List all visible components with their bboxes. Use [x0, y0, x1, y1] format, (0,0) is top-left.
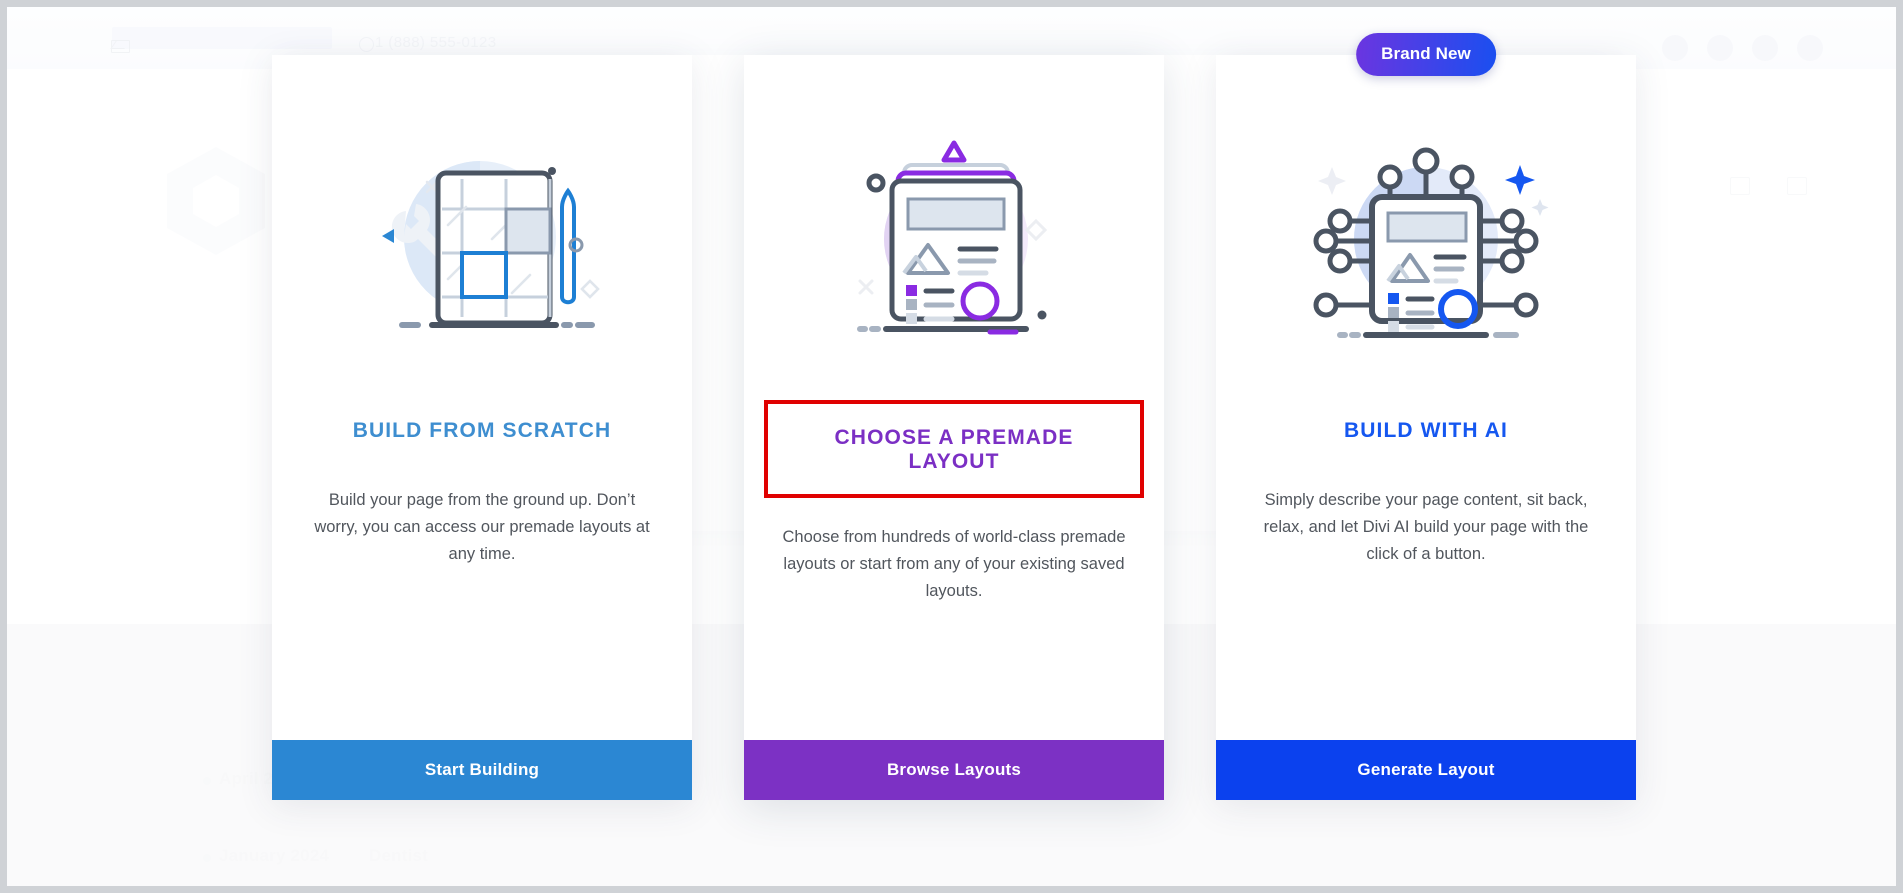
card-title: CHOOSE A PREMADE LAYOUT [834, 426, 1074, 473]
card-description: Choose from hundreds of world-class prem… [782, 528, 1126, 600]
card-spacer [272, 568, 692, 740]
card-title-highlight-box: CHOOSE A PREMADE LAYOUT [764, 400, 1144, 498]
card-title-container: BUILD WITH AI [1238, 400, 1614, 461]
brand-new-badge: Brand New [1356, 33, 1496, 76]
build-option-cards: BUILD FROM SCRATCH Build your page from … [272, 33, 1637, 800]
card-choose-a-premade-layout[interactable]: CHOOSE A PREMADE LAYOUT Choose from hund… [744, 55, 1164, 800]
ai-chip-icon [1216, 55, 1636, 400]
card-build-from-scratch[interactable]: BUILD FROM SCRATCH Build your page from … [272, 55, 692, 800]
layout-stack-icon [744, 55, 1164, 400]
start-building-button[interactable]: Start Building [272, 740, 692, 800]
card-title: BUILD FROM SCRATCH [352, 419, 612, 442]
card-title: BUILD WITH AI [1344, 419, 1508, 442]
browse-layouts-button[interactable]: Browse Layouts [744, 740, 1164, 800]
card-spacer [1216, 568, 1636, 740]
generate-layout-button[interactable]: Generate Layout [1216, 740, 1636, 800]
card-description: Build your page from the ground up. Don’… [314, 491, 650, 563]
card-spacer [744, 605, 1164, 740]
blueprint-grid-icon [272, 55, 692, 400]
card-description: Simply describe your page content, sit b… [1263, 491, 1589, 563]
card-build-with-ai[interactable]: Brand New BUILD WITH AI Simply describe … [1216, 33, 1636, 800]
card-title-container: BUILD FROM SCRATCH [294, 400, 670, 461]
page-frame: 1 (888) 555-0123 April 2024 Design Janua… [7, 7, 1896, 886]
browser-viewport: 1 (888) 555-0123 April 2024 Design Janua… [0, 0, 1903, 893]
build-page-modal-overlay: BUILD FROM SCRATCH Build your page from … [7, 7, 1896, 886]
